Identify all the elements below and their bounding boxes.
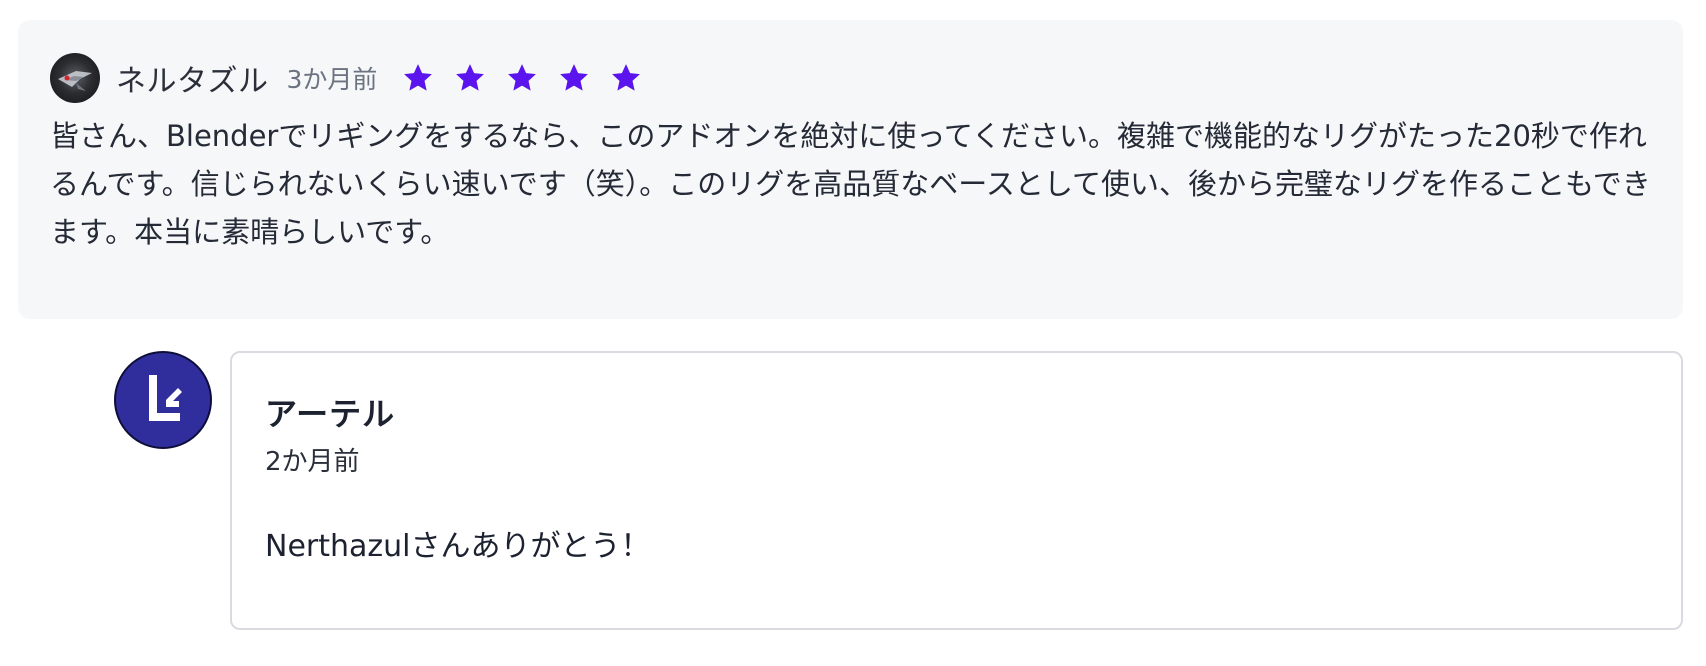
star-icon	[508, 64, 537, 91]
reply-card: アーテル 2か月前 Nerthazulさんありがとう！	[230, 351, 1683, 630]
reply-timestamp: 2か月前	[265, 447, 360, 477]
review-body: 皆さん、Blenderでリギングをするなら、このアドオンを絶対に使ってください。…	[50, 119, 1651, 249]
star-icon	[404, 64, 433, 91]
reply-avatar[interactable]	[114, 351, 212, 449]
review-header: ネルタズル 3か月前	[50, 52, 661, 104]
brand-logo-icon	[149, 375, 182, 421]
rating-stars	[401, 61, 661, 95]
star-icon	[456, 64, 485, 91]
reply-text: Nerthazulさんありがとう！	[265, 529, 651, 564]
star-icon	[612, 64, 641, 91]
reply-author[interactable]: アーテル	[265, 389, 395, 435]
review-card: ネルタズル 3か月前 皆さん、Blenderでリギングをするなら、このアドオンを…	[18, 20, 1683, 319]
star-icon	[560, 64, 589, 91]
reviewer-avatar-image	[58, 71, 92, 91]
review-timestamp: 3か月前	[286, 65, 378, 94]
reviewer-name[interactable]: ネルタズル	[116, 56, 269, 100]
reviewer-avatar[interactable]	[50, 53, 100, 103]
